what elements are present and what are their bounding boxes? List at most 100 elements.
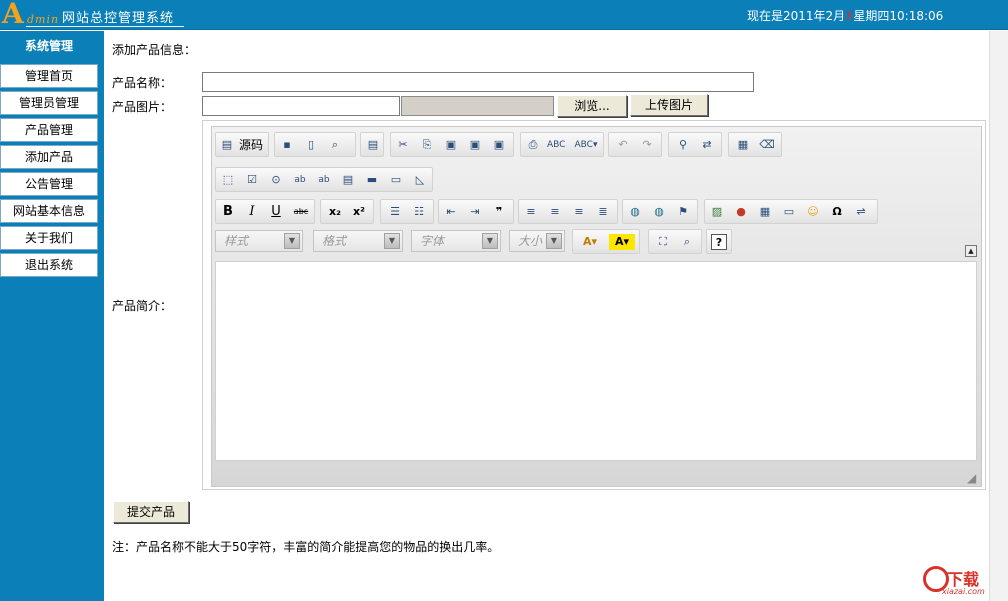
special-char-icon[interactable]: Ω — [829, 204, 845, 220]
select-field-icon[interactable]: ▤ — [340, 172, 356, 188]
spellcheck-icon[interactable]: ABC — [547, 137, 565, 153]
watermark-sub: xiazai.com — [942, 587, 985, 596]
form-note: 注：产品名称不能大于50字符，丰富的简介能提高您的物品的换出几率。 — [112, 540, 500, 554]
background-color-icon[interactable]: A▾ — [609, 234, 635, 250]
spellcheck-as-you-type-icon[interactable]: ABC▾ — [573, 137, 599, 153]
watermark-logo: 下载 xiazai.com — [920, 562, 1000, 598]
remove-format-icon[interactable]: ⌫ — [759, 137, 775, 153]
cut-icon[interactable]: ✂ — [395, 137, 411, 153]
new-page-icon[interactable]: ▯ — [303, 137, 319, 153]
link-icon[interactable]: ◍ — [627, 204, 643, 220]
logo-letter: A — [2, 0, 24, 30]
sidebar-item-home[interactable]: 管理首页 — [0, 64, 98, 88]
undo-icon[interactable]: ↶ — [615, 137, 631, 153]
toolbar-group-templates: ▤ — [360, 132, 384, 157]
indent-icon[interactable]: ⇥ — [467, 204, 483, 220]
maximize-icon[interactable]: ⛶ — [655, 234, 671, 250]
templates-icon[interactable]: ▤ — [365, 137, 381, 153]
save-icon[interactable]: ▪ — [279, 137, 295, 153]
align-right-icon[interactable]: ≡ — [571, 204, 587, 220]
blockquote-icon[interactable]: ❞ — [491, 204, 507, 220]
superscript-icon[interactable]: x² — [349, 204, 369, 220]
product-image-label: 产品图片： — [112, 100, 173, 114]
align-justify-icon[interactable]: ≣ — [595, 204, 611, 220]
paste-icon[interactable]: ▣ — [443, 137, 459, 153]
page-break-icon[interactable]: ⇌ — [853, 204, 869, 220]
copy-icon[interactable]: ⎘ — [419, 137, 435, 153]
strikethrough-icon[interactable]: abc — [290, 204, 312, 220]
outdent-icon[interactable]: ⇤ — [443, 204, 459, 220]
resize-grip-icon[interactable]: ◢ — [967, 472, 979, 484]
textarea-icon[interactable]: ab — [316, 172, 332, 188]
help-icon[interactable]: ? — [711, 234, 727, 250]
align-center-icon[interactable]: ≡ — [547, 204, 563, 220]
upload-image-button[interactable]: 上传图片 — [630, 94, 708, 116]
textfield-icon[interactable]: ab — [292, 172, 308, 188]
size-select[interactable]: 大小 ▼ — [509, 230, 565, 252]
paste-word-icon[interactable]: ▣ — [491, 137, 507, 153]
replace-icon[interactable]: ⇄ — [699, 137, 715, 153]
image-icon[interactable]: ▨ — [709, 204, 725, 220]
italic-icon[interactable]: I — [244, 204, 260, 220]
print-icon[interactable]: ⎙ — [525, 137, 541, 153]
toolbar-group-indent: ⇤ ⇥ ❞ — [438, 199, 514, 224]
system-title: 网站总控管理系统 — [62, 11, 175, 26]
sidebar-item-site-info[interactable]: 网站基本信息 — [0, 199, 98, 223]
text-color-icon[interactable]: A▾ — [577, 234, 603, 250]
hidden-field-icon[interactable]: ◺ — [412, 172, 428, 188]
chevron-down-icon: ▼ — [384, 233, 400, 249]
toolbar-group-align: ≡ ≡ ≡ ≣ — [518, 199, 618, 224]
subscript-icon[interactable]: x₂ — [325, 204, 345, 220]
bulleted-list-icon[interactable]: ☷ — [411, 204, 427, 220]
toolbar-group-links: ◍ ◍ ⚑ — [622, 199, 698, 224]
redo-icon[interactable]: ↷ — [639, 137, 655, 153]
show-blocks-icon[interactable]: ⌕ — [679, 234, 695, 250]
select-all-icon[interactable]: ▦ — [735, 137, 751, 153]
collapse-toolbar-icon[interactable]: ▲ — [965, 245, 977, 257]
smiley-icon[interactable]: ☺ — [805, 204, 821, 220]
sidebar-item-about[interactable]: 关于我们 — [0, 226, 98, 250]
font-select[interactable]: 字体 ▼ — [411, 230, 501, 252]
sidebar-item-products[interactable]: 产品管理 — [0, 118, 98, 142]
preview-icon[interactable]: ⌕ — [327, 137, 343, 153]
radio-icon[interactable]: ⊙ — [268, 172, 284, 188]
sidebar-heading: 系统管理 — [24, 39, 73, 53]
format-select-value: 格式 — [322, 234, 347, 248]
paste-text-icon[interactable]: ▣ — [467, 137, 483, 153]
image-button-icon[interactable]: ▭ — [388, 172, 404, 188]
browse-button[interactable]: 浏览... — [557, 95, 627, 117]
image-path-display — [401, 96, 554, 116]
header-bar: A dmin 网站总控管理系统 现在是2011年2月X星期四10:18:06 — [0, 0, 1008, 30]
sidebar: 系统管理 管理首页 管理员管理 产品管理 添加产品 公告管理 网站基本信息 关于… — [0, 31, 104, 601]
toolbar-group-basic-styles: B I U abc — [215, 199, 315, 224]
source-button[interactable]: 源码 — [236, 137, 266, 153]
anchor-flag-icon[interactable]: ⚑ — [675, 204, 691, 220]
sidebar-item-admins[interactable]: 管理员管理 — [0, 91, 98, 115]
page-scrollbar[interactable] — [989, 31, 1008, 601]
sidebar-item-logout[interactable]: 退出系统 — [0, 253, 98, 277]
horizontal-rule-icon[interactable]: ▭ — [781, 204, 797, 220]
submit-product-button[interactable]: 提交产品 — [113, 501, 189, 523]
section-title: 添加产品信息： — [112, 43, 197, 57]
table-icon[interactable]: ▦ — [757, 204, 773, 220]
style-select[interactable]: 样式 ▼ — [215, 230, 303, 252]
find-icon[interactable]: ⚲ — [675, 137, 691, 153]
product-name-input[interactable] — [202, 72, 754, 92]
format-select[interactable]: 格式 ▼ — [313, 230, 403, 252]
clock-date: 现在是2011年2月 — [747, 9, 846, 23]
image-path-input[interactable] — [202, 96, 400, 116]
numbered-list-icon[interactable]: ☰ — [387, 204, 403, 220]
editor-content-area[interactable] — [215, 261, 977, 461]
underline-icon[interactable]: U — [268, 204, 284, 220]
flash-icon[interactable]: ● — [733, 204, 749, 220]
toolbar-group-source: ▤ 源码 — [215, 132, 269, 157]
bold-icon[interactable]: B — [220, 204, 236, 220]
align-left-icon[interactable]: ≡ — [523, 204, 539, 220]
editor-frame: ▤ 源码 ▪ ▯ ⌕ ▤ ✂ ⎘ ▣ ▣ ▣ ⎙ ABC ABC▾ ↶ ↷ ⚲ — [211, 126, 982, 487]
sidebar-item-add-product[interactable]: 添加产品 — [0, 145, 98, 169]
unlink-icon[interactable]: ◍ — [651, 204, 667, 220]
form-icon[interactable]: ⬚ — [220, 172, 236, 188]
checkbox-icon[interactable]: ☑ — [244, 172, 260, 188]
button-field-icon[interactable]: ▬ — [364, 172, 380, 188]
sidebar-item-announcements[interactable]: 公告管理 — [0, 172, 98, 196]
